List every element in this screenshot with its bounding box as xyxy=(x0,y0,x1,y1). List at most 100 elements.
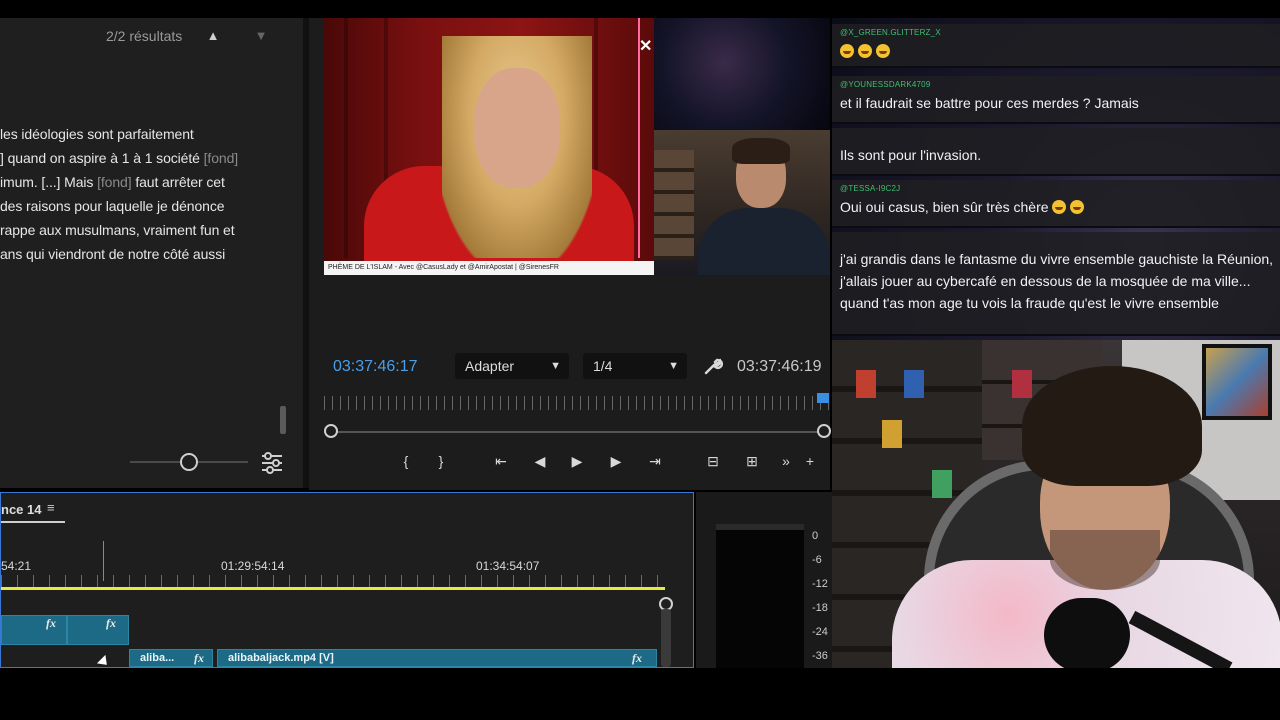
letterbox-bottom xyxy=(0,668,1280,720)
program-monitor: PHÈME DE L'ISLAM - Avec @CasusLady et @A… xyxy=(309,18,831,490)
host-hair xyxy=(732,138,790,164)
wall-painting xyxy=(1202,344,1272,420)
lift-icon[interactable]: ⊟ xyxy=(702,450,724,472)
collectible-box xyxy=(932,470,952,498)
transcript-line[interactable]: les idéologies sont parfaitement xyxy=(0,126,194,142)
resolution-dropdown-value: 1/4 xyxy=(593,358,613,374)
zoom-handle-right[interactable] xyxy=(817,424,831,438)
step-back-icon[interactable]: ◀ xyxy=(529,450,551,472)
duration-timecode: 03:37:46:19 xyxy=(737,358,822,375)
letterbox-top xyxy=(0,0,1280,18)
work-area-bar[interactable] xyxy=(1,587,665,590)
transcript-scrollbar[interactable] xyxy=(280,406,286,434)
chat-message: @X_GREEN.GLITTERZ_X xyxy=(832,24,1280,68)
timeline-panel: nce 14 ≡ 54:21 01:29:54:14 01:34:54:07 f… xyxy=(0,492,694,668)
mark-out-icon[interactable]: } xyxy=(430,450,452,472)
guest-video: PHÈME DE L'ISLAM - Avec @CasusLady et @A… xyxy=(324,18,654,275)
meter-label: -6 xyxy=(812,554,822,566)
transcript-text: les idéologies sont parfaitement xyxy=(0,126,194,142)
collectible-box xyxy=(882,420,902,448)
wrench-icon[interactable] xyxy=(703,356,723,376)
scrub-bar[interactable] xyxy=(326,431,826,433)
emoji-icon xyxy=(840,44,854,58)
timeline-timecode: 01:29:54:14 xyxy=(221,559,285,573)
collectible-box xyxy=(904,370,924,398)
fit-dropdown-value: Adapter xyxy=(465,358,515,374)
filter-settings-icon[interactable] xyxy=(260,452,284,474)
mark-in-icon[interactable]: { xyxy=(395,450,417,472)
chat-text: et il faudrait se battre pour ces merdes… xyxy=(840,95,1139,111)
timeline-clip[interactable]: alibabaljack.mp4 [V] fx xyxy=(217,649,657,667)
clip-name: alibabaljack.mp4 [V] xyxy=(228,652,334,664)
monitor-time-ruler[interactable] xyxy=(324,396,830,410)
chat-text: Oui oui casus, bien sûr très chère xyxy=(840,196,1274,218)
transcript-line[interactable]: ] quand on aspire à 1 à 1 société [fond] xyxy=(0,150,238,166)
meter-label: -24 xyxy=(812,626,828,638)
more-icon[interactable]: » xyxy=(775,450,797,472)
timeline-ruler[interactable] xyxy=(1,575,665,587)
transcript-line[interactable]: ans qui viendront de notre côté aussi xyxy=(0,246,225,262)
chat-text xyxy=(840,40,1274,62)
host-body xyxy=(698,208,830,275)
transcript-text: faut arrêter cet xyxy=(131,174,225,190)
emoji-icon xyxy=(1052,200,1067,214)
transcript-line[interactable]: rappe aux musulmans, vraiment fun et xyxy=(0,222,235,238)
transcript-text: imum. [...] Mais xyxy=(0,174,98,190)
fx-icon[interactable]: fx xyxy=(46,616,56,630)
extract-icon[interactable]: ⊞ xyxy=(741,450,763,472)
transcript-line[interactable]: imum. [...] Mais [fond] faut arrêter cet xyxy=(0,174,225,190)
transcript-text: rappe aux musulmans, vraiment fun et xyxy=(0,222,235,238)
add-button-icon[interactable]: + xyxy=(799,450,821,472)
streamer-webcam xyxy=(832,340,1280,668)
host-webcam-inset xyxy=(654,130,830,275)
timeline-clip[interactable]: fx xyxy=(67,615,129,645)
playhead-marker[interactable] xyxy=(817,393,829,403)
streamer-hair xyxy=(1022,366,1202,486)
transcript-text: des raisons pour laquelle je dénonce xyxy=(0,198,225,214)
chat-text: Ils sont pour l'invasion. xyxy=(840,147,982,163)
step-forward-icon[interactable]: ▶ xyxy=(605,450,627,472)
menu-icon[interactable]: ≡ xyxy=(47,501,61,515)
chat-message: @TESSA-I9C2J Oui oui casus, bien sûr trè… xyxy=(832,180,1280,228)
go-to-in-icon[interactable]: ⇤ xyxy=(490,450,512,472)
transcript-text: ans qui viendront de notre côté aussi xyxy=(0,246,226,262)
zoom-handle-left[interactable] xyxy=(324,424,338,438)
chevron-down-icon: ▼ xyxy=(668,360,679,372)
transcript-text: ] quand on aspire à 1 à 1 société xyxy=(0,150,204,166)
timeline-clip[interactable]: fx xyxy=(1,615,67,645)
timeline-clip[interactable]: aliba... fx xyxy=(129,649,213,667)
play-icon[interactable]: ▶ xyxy=(566,450,588,472)
transcript-line[interactable]: des raisons pour laquelle je dénonce xyxy=(0,198,225,214)
chat-message: j'ai grandis dans le fantasme du vivre e… xyxy=(832,232,1280,336)
playhead-timecode[interactable]: 03:37:46:17 xyxy=(333,358,418,376)
sequence-tab[interactable]: nce 14 xyxy=(1,502,41,517)
chat-message: @YOUNESSDARK4709 et il faudrait se battr… xyxy=(832,76,1280,124)
go-to-out-icon[interactable]: ⇥ xyxy=(644,450,666,472)
transcript-marker: [fond] xyxy=(203,150,239,166)
transcript-marker: [fond] xyxy=(97,174,132,190)
search-results-count: 2/2 résultats xyxy=(106,28,183,44)
timeline-timecode: 54:21 xyxy=(1,559,32,573)
chevron-down-icon[interactable]: ▼ xyxy=(251,26,271,46)
chat-username: @X_GREEN.GLITTERZ_X xyxy=(840,28,941,37)
bookshelf xyxy=(654,150,694,260)
meter-label: -36 xyxy=(812,650,828,662)
video-frame: PHÈME DE L'ISLAM - Avec @CasusLady et @A… xyxy=(324,18,830,275)
emoji-icon xyxy=(876,44,890,58)
fit-dropdown[interactable]: Adapter ▼ xyxy=(455,353,569,379)
emoji-icon xyxy=(1070,200,1085,214)
zoom-slider-icon[interactable] xyxy=(180,453,198,471)
fx-icon[interactable]: fx xyxy=(106,616,116,630)
chevron-up-icon[interactable]: ▲ xyxy=(203,26,223,46)
chat-message: Ils sont pour l'invasion. xyxy=(832,128,1280,176)
meter-label: 0 xyxy=(812,530,819,542)
collectible-box xyxy=(856,370,876,398)
timeline-scrollbar[interactable] xyxy=(661,609,671,667)
fx-icon[interactable]: fx xyxy=(632,650,642,666)
chat-overlay: @X_GREEN.GLITTERZ_X @YOUNESSDARK4709 et … xyxy=(832,18,1280,340)
chevron-down-icon: ▼ xyxy=(550,360,561,372)
close-icon[interactable]: ✕ xyxy=(639,36,652,56)
microphone xyxy=(1044,598,1130,668)
fx-icon[interactable]: fx xyxy=(194,650,204,666)
resolution-dropdown[interactable]: 1/4 ▼ xyxy=(583,353,687,379)
